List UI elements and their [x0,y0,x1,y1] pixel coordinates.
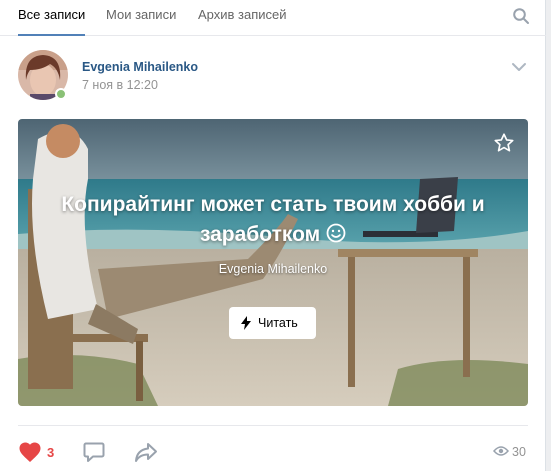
tab-archive[interactable]: Архив записей [198,0,287,36]
chevron-down-icon[interactable] [511,60,527,72]
online-indicator [55,88,67,100]
star-icon[interactable] [493,132,515,154]
comment-icon[interactable] [83,441,105,463]
like-count: 3 [47,445,55,460]
eye-icon [493,444,509,462]
bolt-icon [241,316,251,333]
article-snippet[interactable]: Копирайтинг может стать твоим хобби и за… [18,119,528,406]
tab-my-posts[interactable]: Мои записи [106,0,176,36]
wall-tabs: Все записи Мои записи Архив записей [0,0,546,36]
read-button-label: Читать [258,316,298,330]
post-author-link[interactable]: Evgenia Mihailenko [82,60,198,74]
tab-all-posts[interactable]: Все записи [18,0,86,36]
search-icon[interactable] [512,7,530,25]
article-title: Копирайтинг может стать твоим хобби и за… [61,193,485,246]
heart-icon [19,442,41,462]
article-author: Evgenia Mihailenko [218,262,328,276]
footer-divider [18,425,528,426]
share-icon[interactable] [134,441,158,463]
wall-post-card: Все записи Мои записи Архив записей Evge… [0,0,546,471]
smile-icon [326,223,346,243]
view-count: 30 [512,445,526,459]
read-article-button[interactable]: Читать [229,307,316,339]
post-date[interactable]: 7 ноя в 12:20 [82,78,158,92]
